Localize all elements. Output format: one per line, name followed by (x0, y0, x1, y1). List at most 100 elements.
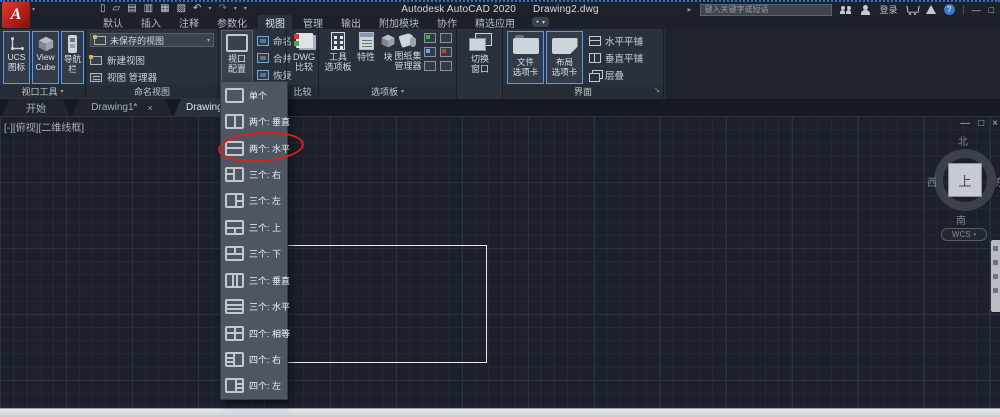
interface-label: 界面 (574, 85, 592, 98)
panel-label-viewport-tools[interactable]: 视口工具 ▾ (0, 85, 85, 98)
view-manager-button[interactable]: 视图 管理器 (90, 70, 157, 84)
menu-item-three-left[interactable]: 三个: 左 (221, 188, 287, 214)
tab-close-icon[interactable]: × (147, 103, 152, 113)
ribbon-tab-parametric[interactable]: 参数化 (210, 15, 254, 29)
menu-item-label: 三个: 左 (249, 194, 281, 207)
community-icon[interactable] (840, 5, 852, 15)
tool-palettes-icon (331, 32, 345, 50)
ribbon-tab-default[interactable]: 默认 (96, 15, 130, 29)
viewcube-top-face[interactable]: 上 (948, 163, 982, 197)
switch-windows-icon (469, 33, 491, 50)
maximize-button[interactable]: □ (989, 5, 994, 15)
switch-windows-button[interactable]: 切换 窗口 (459, 33, 501, 74)
ucs-icon-toggle-button[interactable]: UCS 图标 (3, 31, 30, 84)
viewcube-north-label[interactable]: 北 (958, 133, 968, 148)
view-manager-label: 视图 管理器 (107, 70, 157, 84)
menu-item-three-vertical[interactable]: 三个: 垂直 (221, 267, 287, 293)
panel-divider (663, 29, 664, 98)
viewcube-west-label[interactable]: 西 (927, 174, 937, 189)
viewcube-toggle-button[interactable]: View Cube (32, 31, 59, 84)
viewport-controls-label[interactable]: [-][俯视][二维线框] (4, 119, 84, 134)
minimize-button[interactable]: — (972, 5, 981, 15)
tool-palettes-button[interactable]: 工具 选项板 (321, 32, 355, 72)
ribbon-tab-featured-apps[interactable]: 精选应用 (468, 15, 522, 29)
wcs-caret-icon: ▾ (974, 232, 977, 238)
menu-item-four-equal[interactable]: 四个: 相等 (221, 320, 287, 346)
navigation-bar-toggle-button[interactable]: 导航栏 (61, 31, 84, 84)
sheet-set-manager-icon (400, 32, 416, 49)
viewport-configuration-button[interactable]: 视口 配置 (221, 30, 253, 85)
sheet-set-manager-button[interactable]: 图纸集 管理器 (392, 32, 424, 71)
viewport-name-icon (257, 36, 269, 46)
cascade-button[interactable]: 层叠 (589, 68, 624, 82)
app-menu-caret-icon[interactable]: ▾ (32, 6, 35, 13)
panel-expand-caret-icon: ▾ (61, 88, 64, 95)
menu-item-label: 单个 (249, 89, 267, 102)
status-bar (0, 408, 1000, 417)
palette-mini-icon[interactable] (424, 61, 436, 71)
tab-start[interactable]: 开始 (2, 99, 70, 116)
ribbon-tab-collaborate[interactable]: 协作 (430, 15, 464, 29)
panel-label-named-views[interactable]: 命名视图 (86, 85, 218, 98)
search-input[interactable] (700, 4, 832, 16)
ribbon-tab-manage[interactable]: 管理 (296, 15, 330, 29)
dwg-compare-button[interactable]: DWG 比较 (290, 33, 318, 72)
ribbon-tab-annotate[interactable]: 注释 (172, 15, 206, 29)
tile-vertically-button[interactable]: 垂直平铺 (589, 51, 643, 65)
navigation-bar[interactable] (991, 240, 1000, 312)
unsaved-view-icon (94, 36, 106, 45)
viewcube-east-label[interactable]: 东 (995, 174, 1000, 189)
sign-in-link[interactable]: 登录 (880, 3, 898, 16)
ribbon-tab-view[interactable]: 视图 (258, 15, 292, 29)
doc-restore-button[interactable]: □ (978, 118, 984, 129)
menu-item-two-vertical[interactable]: 两个: 垂直 (221, 108, 287, 134)
palette-mini-icon[interactable] (440, 47, 452, 57)
drawing-canvas[interactable]: [-][俯视][二维线框] — □ × 北 西 东 上 南 WCS ▾ (0, 116, 1000, 408)
ribbon-display-button[interactable]: ● ▾ (532, 17, 549, 27)
tool-palettes-label-line1: 工具 (329, 52, 347, 62)
new-view-button[interactable]: 新建视图 (90, 53, 145, 67)
ucs-icon (8, 35, 26, 53)
ribbon-tab-addins[interactable]: 附加模块 (372, 15, 426, 29)
account-icon[interactable] (860, 5, 872, 15)
menu-item-four-right[interactable]: 四个: 右 (221, 346, 287, 372)
layout-tabs-toggle-button[interactable]: 布局 选项卡 (546, 31, 583, 84)
palette-mini-icon[interactable] (440, 61, 452, 71)
named-view-dropdown[interactable]: 未保存的视图 ▾ (90, 33, 214, 47)
palette-mini-icon[interactable] (424, 47, 436, 57)
file-tabs-toggle-button[interactable]: 文件 选项卡 (507, 31, 544, 84)
menu-item-three-horizontal[interactable]: 三个: 水平 (221, 293, 287, 319)
stay-connected-icon[interactable] (926, 5, 936, 14)
menu-item-two-horizontal[interactable]: 两个: 水平 (221, 135, 287, 161)
ribbon-tab-output[interactable]: 输出 (334, 15, 368, 29)
app-store-icon[interactable] (906, 5, 918, 15)
panel-label-compare[interactable]: 比较 (287, 85, 318, 98)
doc-close-button[interactable]: × (992, 118, 998, 129)
menu-item-three-right[interactable]: 三个: 右 (221, 161, 287, 187)
doc-minimize-button[interactable]: — (960, 118, 970, 129)
menu-item-single[interactable]: 单个 (221, 82, 287, 108)
viewport-layout-three-horizontal-icon (225, 299, 244, 314)
panel-label-interface[interactable]: 界面 ↘ (503, 85, 663, 98)
ribbon-tab-insert[interactable]: 插入 (134, 15, 168, 29)
panel-launcher-icon[interactable]: ↘ (654, 86, 660, 94)
wcs-dropdown[interactable]: WCS ▾ (941, 228, 987, 241)
viewcube-top-label: 上 (958, 171, 971, 190)
panel-label-palettes[interactable]: 选项板 ▾ (319, 85, 456, 98)
search-collapse-icon[interactable]: ▸ (688, 5, 692, 14)
autocad-logo[interactable]: A (2, 2, 30, 28)
named-view-caret-icon: ▾ (207, 37, 210, 44)
file-tabs-label-line2: 选项卡 (513, 68, 539, 78)
palette-mini-icon[interactable] (424, 33, 436, 43)
menu-item-three-above[interactable]: 三个: 上 (221, 214, 287, 240)
menu-item-three-below[interactable]: 三个: 下 (221, 241, 287, 267)
tab-drawing1[interactable]: Drawing1* × (72, 99, 172, 116)
help-icon[interactable]: ? (944, 4, 955, 15)
palette-mini-icon[interactable] (440, 33, 452, 43)
menu-item-four-left[interactable]: 四个: 左 (221, 373, 287, 399)
tile-vertical-icon (589, 53, 601, 63)
tile-horizontally-button[interactable]: 水平平铺 (589, 34, 643, 48)
viewport-layout-three-right-icon (225, 167, 244, 182)
sheet-set-label-line1: 图纸集 (394, 51, 421, 61)
viewcube-south-label[interactable]: 南 (956, 212, 966, 227)
